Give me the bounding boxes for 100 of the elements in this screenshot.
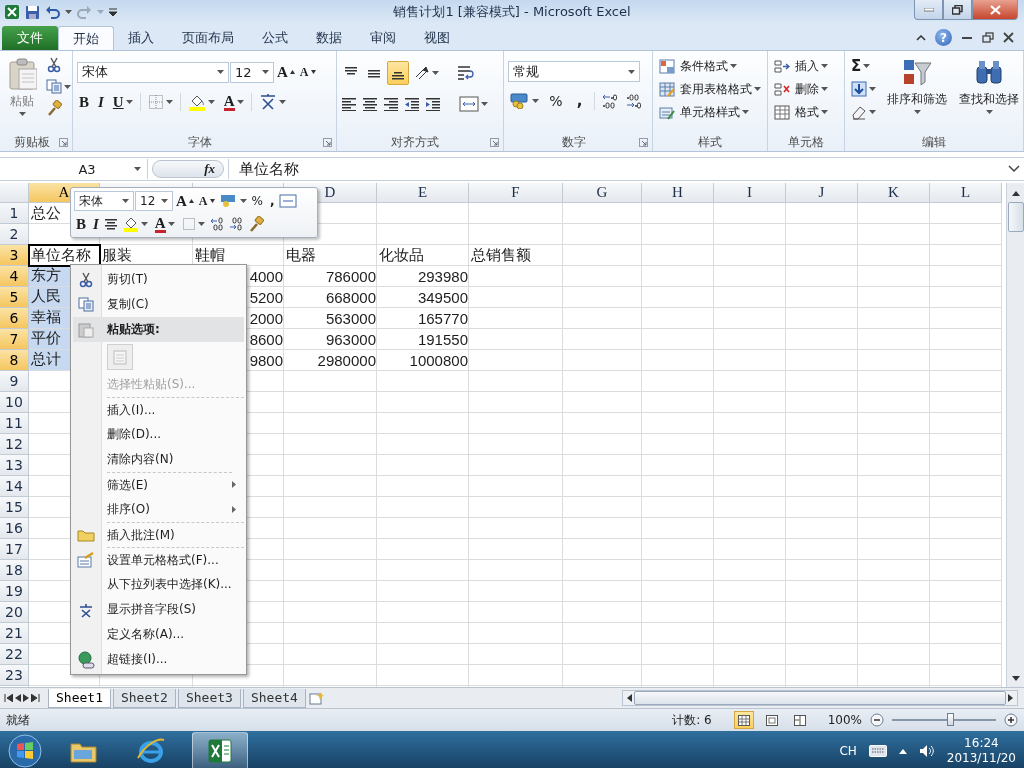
- zoom-in-icon[interactable]: [1004, 713, 1018, 727]
- align-right-icon[interactable]: [382, 97, 399, 111]
- zoom-level[interactable]: 100%: [827, 713, 862, 727]
- font-color-button[interactable]: A: [221, 91, 246, 113]
- copy-icon[interactable]: [46, 79, 62, 94]
- close-icon[interactable]: [1003, 32, 1014, 43]
- row-header[interactable]: 21: [0, 623, 29, 644]
- italic-button[interactable]: I: [96, 91, 106, 113]
- decrease-decimal-icon[interactable]: [228, 217, 245, 231]
- sheet-tab[interactable]: Sheet3: [177, 688, 241, 708]
- menu-item[interactable]: 清除内容(N): [107, 447, 244, 472]
- scroll-down-icon[interactable]: [1011, 676, 1020, 681]
- merge-center-button[interactable]: [456, 93, 490, 115]
- menu-item[interactable]: 显示拼音字段(S): [107, 597, 244, 622]
- row-header[interactable]: 2: [0, 224, 29, 245]
- align-center-icon[interactable]: [103, 217, 118, 231]
- start-button-icon[interactable]: [8, 734, 42, 768]
- row-header[interactable]: 8: [0, 350, 29, 371]
- customize-toolbar-icon[interactable]: [109, 8, 117, 16]
- row-header[interactable]: 15: [0, 497, 29, 518]
- keyboard-icon[interactable]: [868, 745, 887, 757]
- font-name-select[interactable]: 宋体: [77, 61, 229, 83]
- dialog-launcher-icon[interactable]: [638, 137, 648, 147]
- percent-button[interactable]: %: [249, 191, 265, 211]
- style-menu-button[interactable]: 单元格样式: [656, 101, 763, 123]
- ribbon-tab[interactable]: 审阅: [356, 26, 410, 50]
- ribbon-tab[interactable]: 数据: [302, 26, 356, 50]
- currency-button[interactable]: [508, 90, 542, 112]
- column-header[interactable]: K: [858, 183, 930, 203]
- percent-button[interactable]: %: [547, 90, 565, 112]
- cells-menu-button[interactable]: 格式: [772, 101, 831, 123]
- bold-button[interactable]: B: [77, 91, 91, 113]
- speaker-icon[interactable]: [918, 744, 935, 758]
- insert-function-button[interactable]: fx: [152, 160, 224, 178]
- shrink-font-button[interactable]: A: [196, 191, 217, 211]
- paste-button[interactable]: 粘贴: [4, 55, 40, 133]
- underline-button[interactable]: U: [110, 91, 135, 113]
- sheet-tab[interactable]: Sheet1: [48, 688, 111, 708]
- scroll-left-icon[interactable]: [627, 694, 632, 702]
- spreadsheet-taskbar-button[interactable]: [192, 732, 248, 768]
- column-header[interactable]: F: [469, 183, 563, 203]
- scroll-right-icon[interactable]: [1008, 694, 1013, 702]
- row-header[interactable]: 11: [0, 413, 29, 434]
- sheet-tab[interactable]: Sheet2: [112, 688, 176, 708]
- column-header[interactable]: L: [930, 183, 1002, 203]
- font-color-button[interactable]: A: [152, 214, 177, 234]
- row-header[interactable]: 1: [0, 203, 29, 224]
- ribbon-tab[interactable]: 插入: [114, 26, 168, 50]
- vertical-scrollbar[interactable]: [1006, 183, 1024, 687]
- language-indicator[interactable]: CH: [839, 744, 857, 758]
- increase-decimal-icon[interactable]: [209, 217, 226, 231]
- dropdown-arrow-icon[interactable]: [64, 84, 71, 89]
- row-header[interactable]: 14: [0, 476, 29, 497]
- row-header[interactable]: 6: [0, 308, 29, 329]
- menu-item[interactable]: 插入(I)...: [107, 397, 244, 422]
- scroll-up-icon[interactable]: [1011, 191, 1020, 196]
- formula-field[interactable]: 单位名称: [228, 159, 1008, 179]
- menu-item[interactable]: 插入批注(M): [107, 522, 244, 547]
- menu-item[interactable]: 删除(D)...: [107, 422, 244, 447]
- row-header[interactable]: 18: [0, 560, 29, 581]
- menu-item[interactable]: 设置单元格格式(F)...: [107, 547, 244, 572]
- style-menu-button[interactable]: 条件格式: [656, 55, 763, 77]
- cut-icon[interactable]: [46, 57, 62, 73]
- menu-item[interactable]: 剪切(T): [107, 267, 244, 292]
- column-header[interactable]: H: [642, 183, 714, 203]
- menu-item[interactable]: 定义名称(A)...: [107, 622, 244, 647]
- row-header[interactable]: 22: [0, 644, 29, 665]
- zoom-slider-thumb[interactable]: [947, 713, 955, 726]
- menu-item[interactable]: 排序(O): [107, 497, 232, 522]
- comma-button[interactable]: ,: [265, 191, 279, 211]
- scroll-thumb[interactable]: [634, 691, 1006, 705]
- sort-filter-button[interactable]: 排序和筛选: [884, 55, 950, 133]
- restore-button[interactable]: [943, 0, 972, 20]
- align-left-icon[interactable]: [340, 97, 357, 111]
- horizontal-scrollbar[interactable]: [622, 690, 1018, 706]
- sheet-tab[interactable]: Sheet4: [242, 688, 306, 708]
- column-header[interactable]: G: [563, 183, 642, 203]
- expand-formula-bar-icon[interactable]: [1008, 165, 1020, 173]
- dialog-launcher-icon[interactable]: [322, 137, 332, 147]
- align-center-icon[interactable]: [361, 97, 378, 111]
- last-sheet-icon[interactable]: [31, 694, 40, 702]
- close-button[interactable]: [972, 0, 1018, 20]
- row-header[interactable]: 20: [0, 602, 29, 623]
- next-sheet-icon[interactable]: [23, 694, 29, 702]
- row-header[interactable]: 9: [0, 371, 29, 392]
- increase-indent-icon[interactable]: [424, 97, 441, 111]
- grow-font-button[interactable]: A: [174, 191, 196, 211]
- clock[interactable]: 16:24 2013/11/20: [946, 736, 1016, 766]
- scroll-thumb[interactable]: [1007, 202, 1024, 232]
- decrease-decimal-icon[interactable]: [625, 93, 644, 109]
- decrease-indent-icon[interactable]: [403, 97, 420, 111]
- ribbon-tab[interactable]: 公式: [248, 26, 302, 50]
- column-header[interactable]: E: [377, 183, 469, 203]
- row-header[interactable]: 23: [0, 665, 29, 686]
- bottom-align-button[interactable]: [386, 61, 409, 85]
- row-header[interactable]: 19: [0, 581, 29, 602]
- row-header[interactable]: 16: [0, 518, 29, 539]
- dialog-launcher-icon[interactable]: [59, 137, 68, 147]
- cells-menu-button[interactable]: 插入: [772, 55, 831, 77]
- menu-item[interactable]: 复制(C): [107, 292, 244, 317]
